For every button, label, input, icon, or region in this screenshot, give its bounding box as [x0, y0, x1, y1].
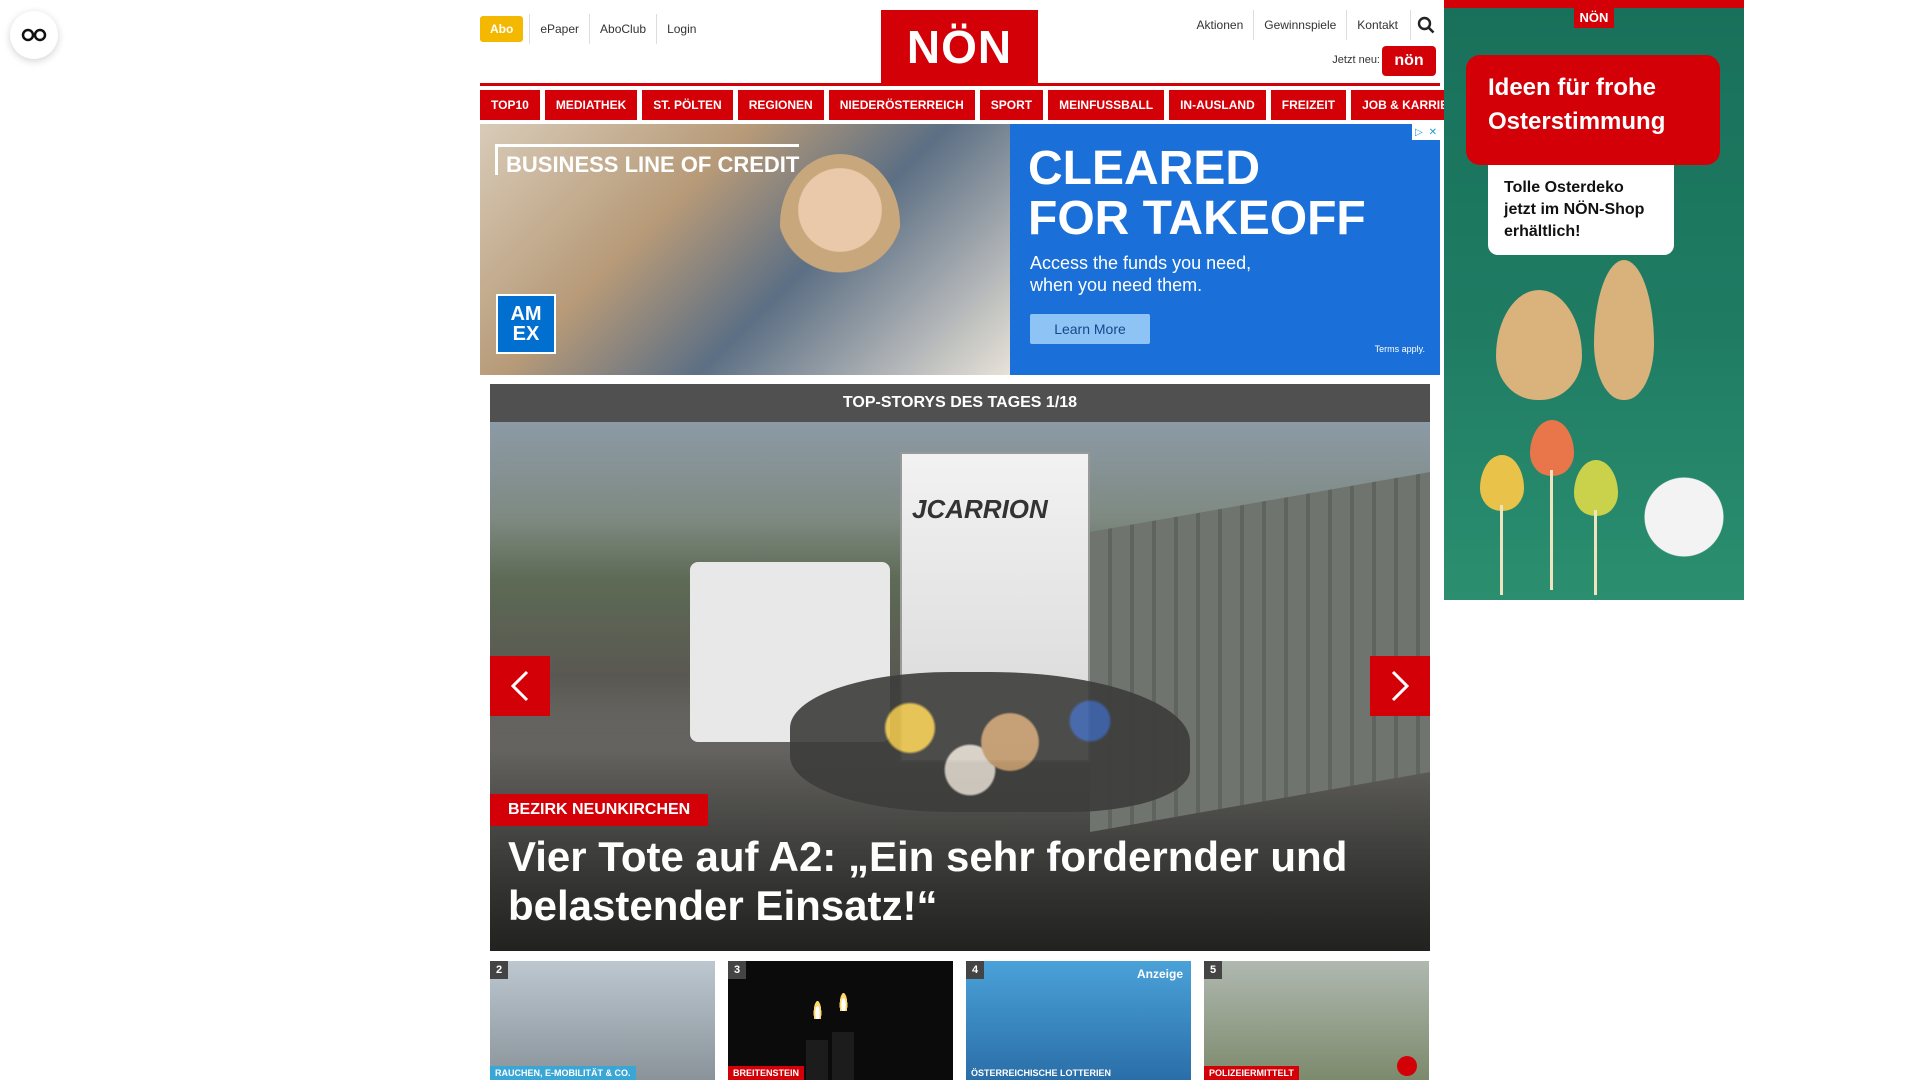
- jetzt-neu-label: Jetzt neu:: [1332, 54, 1380, 66]
- amex-logo: AM EX: [496, 294, 556, 354]
- search-icon: [1417, 16, 1434, 34]
- aktionen-link[interactable]: Aktionen: [1187, 10, 1254, 40]
- login-link[interactable]: Login: [656, 14, 706, 44]
- top-nav-right: Aktionen Gewinnspiele Kontakt: [1187, 10, 1440, 40]
- decor-rabbit: [1644, 440, 1724, 580]
- chevron-right-icon: [1391, 670, 1410, 702]
- close-icon[interactable]: ✕: [1429, 127, 1437, 138]
- camera-icon: [1397, 1056, 1417, 1076]
- page: Abo ePaper AboClub Login NÖN Aktionen Ge…: [0, 0, 1920, 1080]
- banner-ad[interactable]: BUSINESS LINE OF CREDIT AM EX CLEARED FOR…: [480, 124, 1440, 375]
- candle-image: [832, 1032, 854, 1080]
- search-button[interactable]: [1410, 10, 1440, 40]
- nav-item-regionen[interactable]: REGIONEN: [737, 90, 824, 120]
- slider-prev-button[interactable]: [490, 656, 550, 716]
- site-logo[interactable]: NÖN: [881, 10, 1038, 84]
- header-divider: [480, 83, 1440, 86]
- decor-stick: [1594, 510, 1597, 595]
- story-card-5[interactable]: 5 POLIZEIERMITTELT: [1204, 961, 1429, 1080]
- nav-item-sport[interactable]: SPORT: [979, 90, 1044, 120]
- story-category-tag[interactable]: BEZIRK NEUNKIRCHEN: [490, 794, 709, 826]
- ad-subline-line2: when you need them.: [1030, 275, 1203, 295]
- ad-headline-line1: CLEARED: [1028, 142, 1261, 195]
- sky-bubble: Ideen für frohe Osterstimmung: [1466, 55, 1720, 165]
- anzeige-badge: Anzeige: [1136, 967, 1183, 981]
- ad-headline: CLEARED FOR TAKEOFF: [1028, 144, 1366, 244]
- nav-item-mediathek[interactable]: MEDIATHEK: [544, 90, 638, 120]
- aboclub-link[interactable]: AboClub: [589, 14, 656, 44]
- skyscraper-ad[interactable]: NÖN Ideen für frohe Osterstimmung Tolle …: [1444, 0, 1744, 600]
- nav-item-meinfussball[interactable]: MEINFUSSBALL: [1048, 90, 1165, 120]
- nav-item-in-ausland[interactable]: IN-AUSLAND: [1169, 90, 1266, 120]
- ad-subline: Access the funds you need, when you need…: [1030, 252, 1251, 296]
- nav-item-top10[interactable]: TOP10: [480, 90, 540, 120]
- story-headline[interactable]: Vier Tote auf A2: „Ein sehr fordernder u…: [508, 832, 1408, 930]
- amex-logo-line2: EX: [512, 323, 540, 345]
- sky-bubble-line2: Osterstimmung: [1488, 108, 1666, 135]
- nav-item-freizeit[interactable]: FREIZEIT: [1270, 90, 1347, 120]
- site-header: Abo ePaper AboClub Login NÖN Aktionen Ge…: [480, 0, 1440, 86]
- top-nav-left: Abo ePaper AboClub Login: [480, 14, 706, 44]
- reader-mode-button[interactable]: [10, 11, 58, 59]
- nav-item-st-poelten[interactable]: ST. PÖLTEN: [642, 90, 733, 120]
- card-number: 4: [966, 961, 984, 979]
- decor-egg-pick: [1480, 455, 1524, 511]
- learn-more-button[interactable]: Learn More: [1030, 314, 1150, 344]
- sky-card: Tolle Osterdeko jetzt im NÖN-Shop erhält…: [1488, 165, 1674, 255]
- epaper-link[interactable]: ePaper: [529, 14, 589, 44]
- main-nav: TOP10 MEDIATHEK ST. PÖLTEN REGIONEN NIED…: [480, 90, 1476, 120]
- card-label: BREITENSTEIN: [728, 1066, 805, 1080]
- sky-card-line3: erhältlich!: [1504, 223, 1581, 240]
- adchoices-button[interactable]: ▷ ✕: [1412, 124, 1440, 140]
- ad-terms: Terms apply.: [1374, 344, 1425, 354]
- jetzt-neu-badge[interactable]: nön: [1382, 46, 1436, 76]
- ad-headline-line2: FOR TAKEOFF: [1028, 192, 1366, 245]
- decor-stick: [1500, 505, 1503, 595]
- flame-image: [839, 991, 848, 1011]
- card-label: ÖSTERREICHISCHE LOTTERIEN: [971, 1068, 1112, 1078]
- gewinnspiele-link[interactable]: Gewinnspiele: [1253, 10, 1346, 40]
- story-cards: 2 RAUCHEN, E-MOBILITÄT & CO. 3 BREITENST…: [490, 961, 1430, 1080]
- debris-image: [790, 672, 1190, 812]
- top-stories-title: TOP-STORYS DES TAGES 1/18: [490, 384, 1430, 422]
- adchoices-icon: ▷: [1414, 126, 1423, 138]
- ad-subline-line1: Access the funds you need,: [1030, 253, 1252, 273]
- amex-logo-line1: AM: [510, 303, 542, 325]
- story-card-4[interactable]: 4 Anzeige ÖSTERREICHISCHE LOTTERIEN: [966, 961, 1191, 1080]
- ad-kicker: BUSINESS LINE OF CREDIT: [495, 144, 800, 176]
- sky-logo: NÖN: [1574, 6, 1614, 28]
- decor-egg-pick: [1530, 420, 1574, 476]
- decor-egg-pick: [1574, 460, 1618, 516]
- card-number: 3: [728, 961, 746, 979]
- story-slide[interactable]: JCARRION BEZIRK NEUNKIRCHEN Vier Tote au…: [490, 422, 1430, 951]
- sky-bubble-line1: Ideen für frohe: [1488, 74, 1657, 101]
- flame-image: [813, 999, 822, 1019]
- sky-card-line1: Tolle Osterdeko: [1504, 179, 1624, 196]
- top-stories-slider: TOP-STORYS DES TAGES 1/18 JCARRION BEZIR…: [490, 384, 1430, 951]
- card-number: 5: [1204, 961, 1222, 979]
- slider-next-button[interactable]: [1370, 656, 1430, 716]
- story-card-3[interactable]: 3 BREITENSTEIN: [728, 961, 953, 1080]
- abo-button[interactable]: Abo: [480, 16, 524, 42]
- card-label: RAUCHEN, E-MOBILITÄT & CO.: [490, 1066, 636, 1080]
- kontakt-link[interactable]: Kontakt: [1346, 10, 1408, 40]
- card-number: 2: [490, 961, 508, 979]
- story-card-2[interactable]: 2 RAUCHEN, E-MOBILITÄT & CO.: [490, 961, 715, 1080]
- decor-stick: [1550, 470, 1553, 590]
- nav-item-niederoesterreich[interactable]: NIEDERÖSTERREICH: [828, 90, 975, 120]
- chevron-left-icon: [510, 670, 529, 702]
- glasses-icon: [21, 28, 47, 42]
- candle-image: [806, 1040, 828, 1080]
- sky-card-line2: jetzt im NÖN-Shop: [1504, 201, 1645, 218]
- decor-egg: [1496, 290, 1582, 400]
- decor-bunny: [1594, 260, 1654, 400]
- truck-lettering: JCARRION: [912, 494, 1048, 524]
- card-label: POLIZEIERMITTELT: [1204, 1066, 1299, 1080]
